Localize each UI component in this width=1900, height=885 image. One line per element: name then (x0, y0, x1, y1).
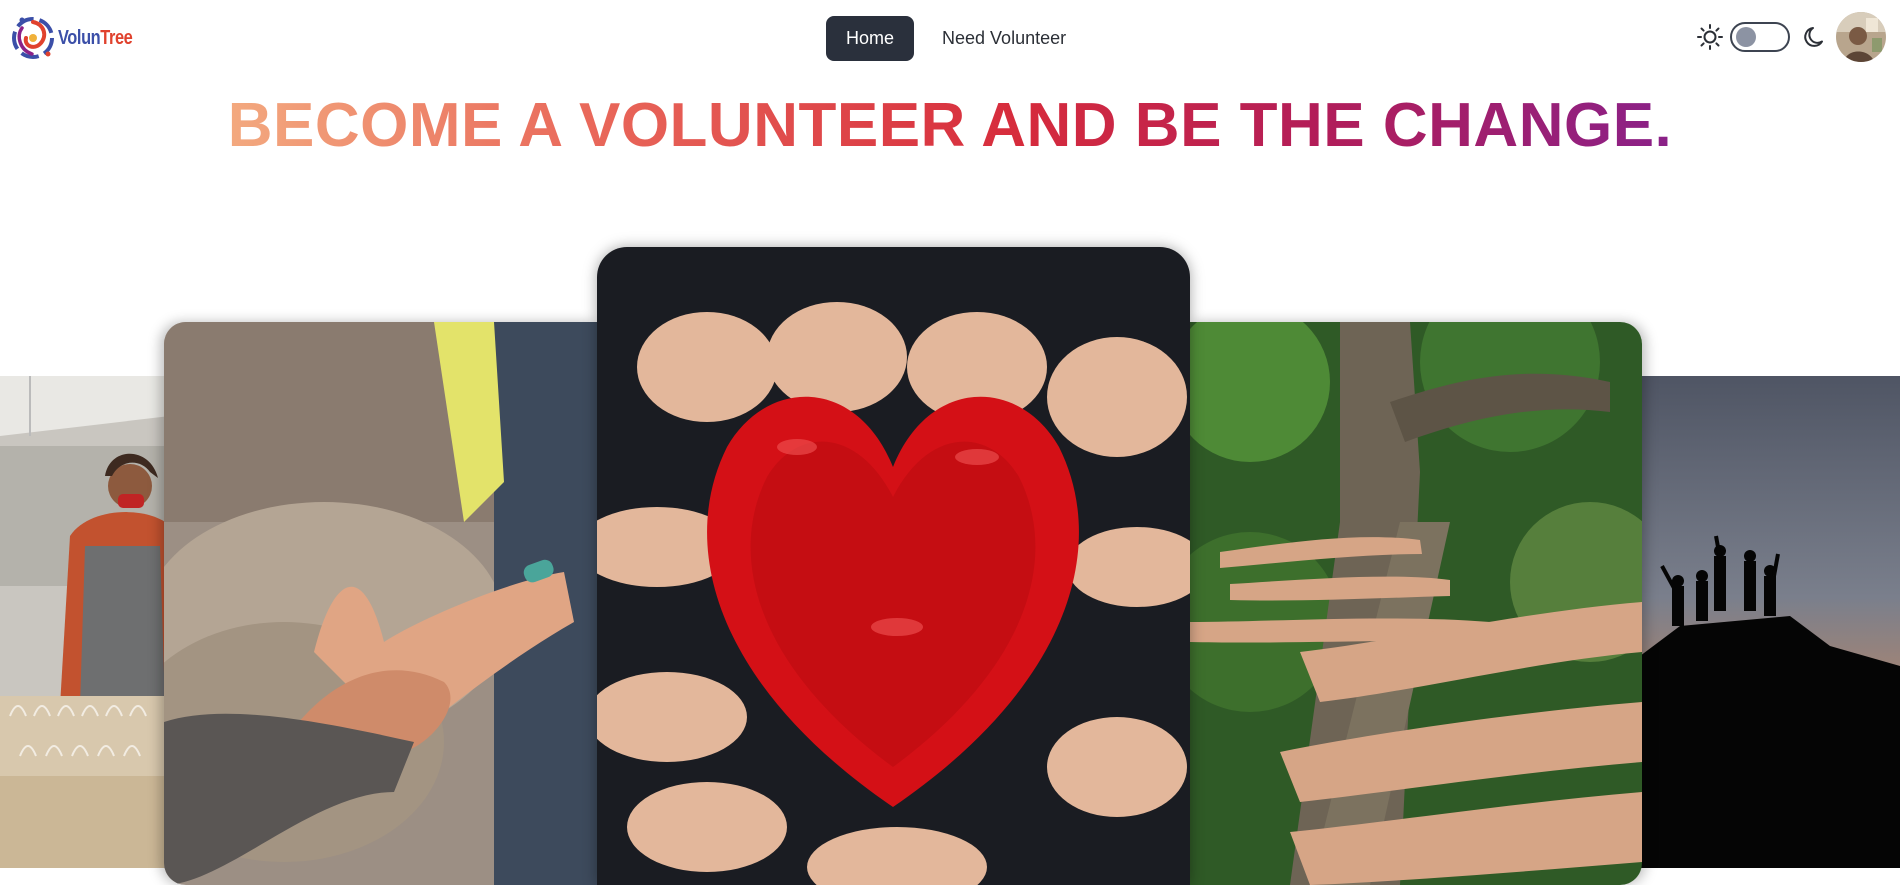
hero-title: BECOME A VOLUNTEER AND BE THE CHANGE. (227, 91, 1673, 160)
nav-need-volunteer-link[interactable]: Need Volunteer (922, 16, 1086, 61)
nav-menu: Home Need Volunteer (826, 16, 1086, 61)
navbar: VolunTree Home Need Volunteer (0, 0, 1900, 76)
carousel-slide-silhouettes-sunset[interactable] (1640, 376, 1900, 868)
photo-red-hands-heart (597, 247, 1190, 885)
theme-toggle-knob (1736, 27, 1756, 47)
image-carousel (0, 240, 1900, 885)
brand-name-part2: Tree (100, 26, 133, 49)
carousel-slide-hands-touching[interactable] (164, 322, 598, 885)
photo-hands-touching (164, 322, 598, 885)
logo-swirl-icon (12, 17, 54, 59)
user-avatar[interactable] (1836, 12, 1886, 62)
header-tools (1696, 12, 1886, 62)
photo-silhouettes-sunset (1640, 376, 1900, 868)
photo-volunteer-packing (0, 376, 170, 868)
avatar-photo (1836, 12, 1886, 62)
brand-logo[interactable]: VolunTree (10, 14, 149, 62)
brand-name: VolunTree (58, 26, 133, 50)
brand-name-part1: Volun (58, 26, 101, 49)
carousel-slide-red-hands-heart[interactable] (597, 247, 1190, 885)
carousel-slide-hands-on-tree[interactable] (1190, 322, 1642, 885)
theme-toggle[interactable] (1730, 22, 1790, 52)
nav-home-link[interactable]: Home (826, 16, 915, 61)
sun-icon (1697, 24, 1723, 50)
moon-icon (1804, 27, 1823, 47)
carousel-slide-volunteer-packing[interactable] (0, 376, 170, 868)
photo-hands-on-tree (1190, 322, 1642, 885)
hero-headline-container: BECOME A VOLUNTEER AND BE THE CHANGE. (0, 90, 1900, 161)
